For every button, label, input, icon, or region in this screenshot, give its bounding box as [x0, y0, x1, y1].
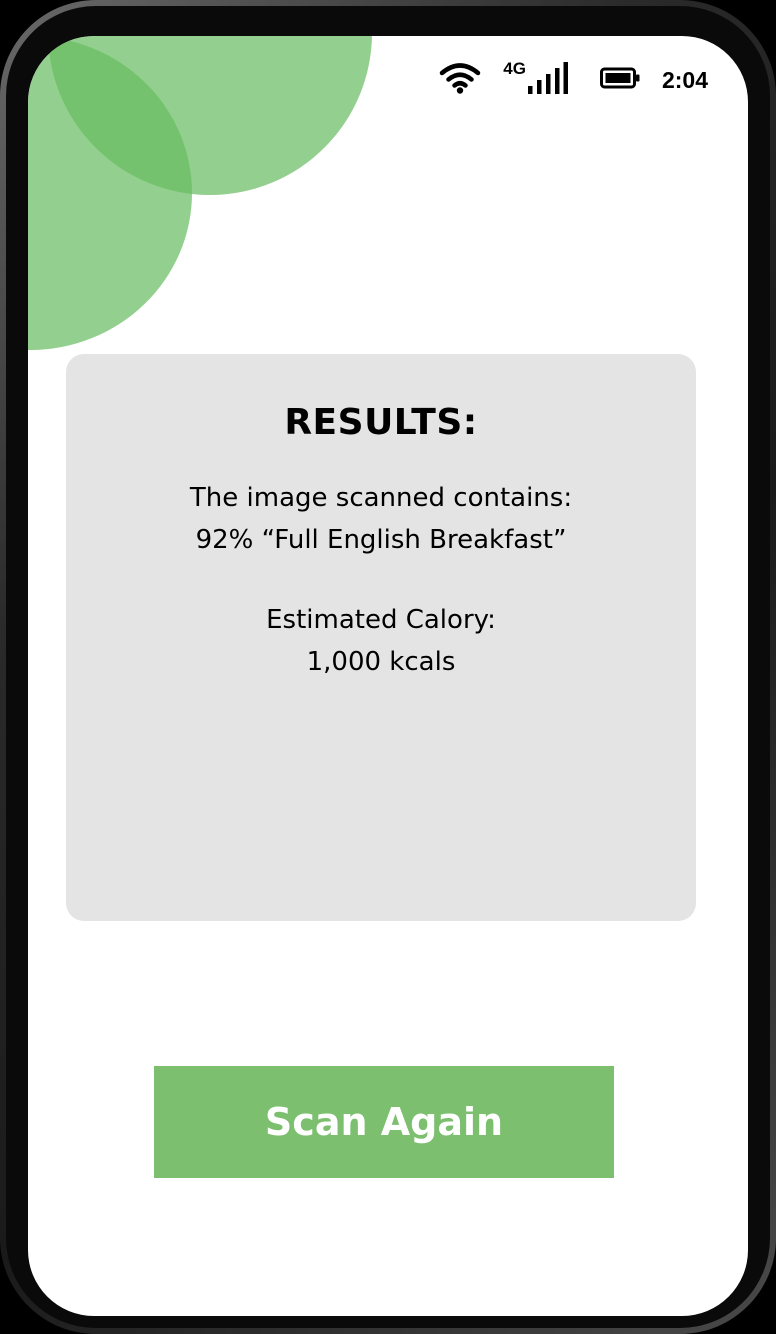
calorie-label: Estimated Calory: — [266, 605, 496, 635]
contains-label: The image scanned contains: — [189, 483, 573, 513]
calorie-value: 1,000 kcals — [306, 647, 456, 677]
calorie-block: Estimated Calory: 1,000 kcals — [66, 599, 696, 683]
detection-result: 92% “Full English Breakfast” — [195, 525, 567, 555]
scan-again-button[interactable]: Scan Again — [154, 1066, 614, 1178]
detection-block: The image scanned contains: 92% “Full En… — [66, 477, 696, 561]
results-title: RESULTS: — [284, 402, 478, 443]
cellular-signal-icon — [527, 62, 568, 98]
results-card: RESULTS: The image scanned contains: 92%… — [66, 354, 696, 921]
network-type-label: 4G — [503, 59, 526, 78]
battery-icon — [599, 67, 640, 93]
phone-frame: 4G 2:04 RESULTS: The image scanned conta… — [0, 0, 776, 1334]
wifi-icon — [439, 62, 481, 98]
status-time: 2:04 — [661, 66, 708, 93]
status-bar: 4G 2:04 — [439, 59, 708, 100]
app-screen: 4G 2:04 RESULTS: The image scanned conta… — [28, 36, 748, 1316]
